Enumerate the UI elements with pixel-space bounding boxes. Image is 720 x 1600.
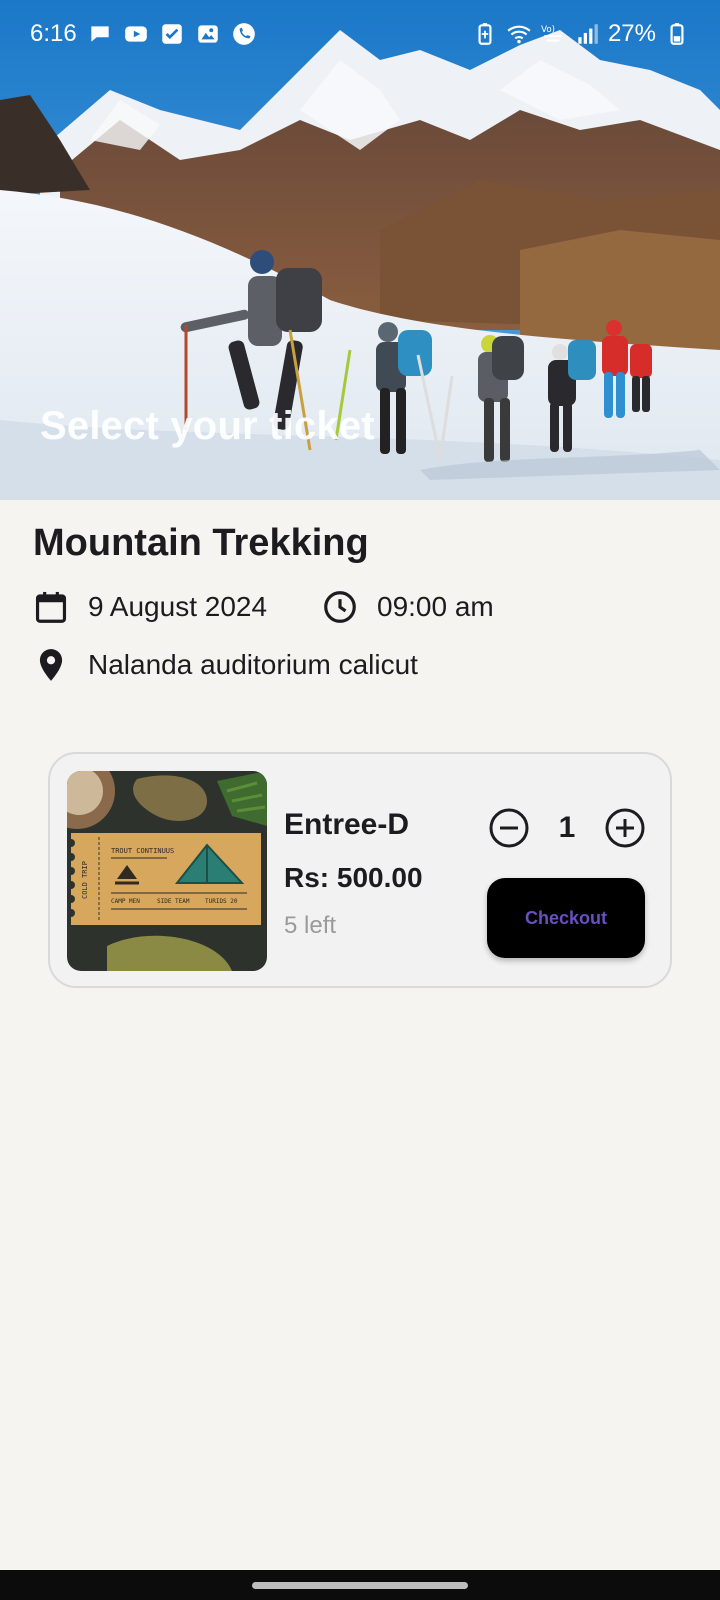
minus-circle-icon — [489, 808, 529, 848]
event-title: Mountain Trekking — [33, 522, 369, 564]
check-box-icon — [159, 21, 185, 47]
svg-text:COLD TRIP: COLD TRIP — [81, 861, 89, 899]
clock-icon — [321, 588, 359, 626]
event-venue: Nalanda auditorium calicut — [88, 649, 418, 680]
ticket-card: COLD TRIP TROUT CONTINUUS CAMP MEN SIDE … — [48, 752, 672, 988]
plus-circle-icon — [605, 808, 645, 848]
quantity-stepper: 1 — [487, 806, 647, 850]
signal-icon — [574, 21, 600, 47]
quantity-value: 1 — [558, 811, 576, 844]
home-gesture-handle[interactable] — [252, 1582, 468, 1589]
battery-percent: 27% — [607, 20, 656, 47]
svg-text:TROUT CONTINUUS: TROUT CONTINUUS — [111, 847, 174, 855]
wifi-icon — [506, 21, 532, 47]
status-time: 6:16 — [30, 20, 77, 47]
increase-quantity-button[interactable] — [603, 806, 647, 850]
status-bar: 6:16 Vo) 27% — [0, 0, 720, 68]
event-date-row: 9 August 2024 — [32, 588, 267, 626]
battery-icon — [664, 21, 690, 47]
phone-icon — [231, 21, 257, 47]
ticket-thumbnail: COLD TRIP TROUT CONTINUUS CAMP MEN SIDE … — [67, 771, 267, 971]
svg-text:Vo): Vo) — [541, 25, 555, 35]
calendar-icon — [32, 588, 70, 626]
chat-icon — [87, 21, 113, 47]
ticket-price: Rs: 500.00 — [284, 862, 423, 893]
tickets-remaining: 5 left — [284, 912, 337, 939]
event-date: 9 August 2024 — [88, 591, 268, 622]
location-pin-icon — [32, 646, 70, 684]
status-bar-left: 6:16 — [30, 20, 257, 48]
svg-text:TURIDS 20: TURIDS 20 — [205, 898, 238, 905]
checkout-button[interactable]: Checkout — [487, 878, 645, 958]
event-venue-row: Nalanda auditorium calicut — [32, 646, 418, 684]
hero-banner: 6:16 Vo) 27% Select your ticket — [0, 0, 720, 500]
battery-saver-icon — [472, 21, 498, 47]
svg-text:SIDE TEAM: SIDE TEAM — [157, 898, 190, 905]
event-time: 09:00 am — [377, 591, 494, 622]
hero-caption: Select your ticket — [40, 404, 375, 448]
event-time-row: 09:00 am — [321, 588, 494, 626]
ticket-thumbnail-image: COLD TRIP TROUT CONTINUUS CAMP MEN SIDE … — [67, 771, 267, 971]
ticket-name: Entree-D — [284, 808, 410, 841]
decrease-quantity-button[interactable] — [487, 806, 531, 850]
volte-icon: Vo) — [540, 21, 566, 47]
gallery-icon — [195, 21, 221, 47]
status-bar-right: Vo) 27% — [472, 20, 690, 48]
svg-text:CAMP MEN: CAMP MEN — [111, 898, 140, 905]
youtube-icon — [123, 21, 149, 47]
